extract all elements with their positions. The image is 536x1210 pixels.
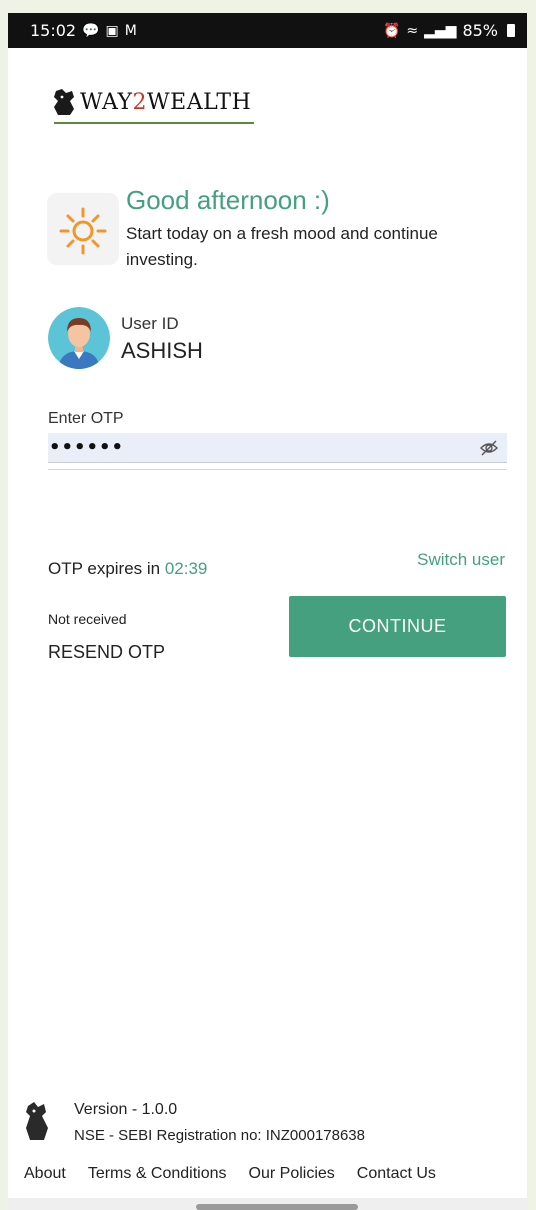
footer-links: About Terms & Conditions Our Policies Co… (24, 1165, 436, 1183)
brand-name-c: WEALTH (147, 89, 252, 115)
status-left: 15:02 💬 ▣ M (30, 21, 137, 40)
monkey-logo-icon (54, 89, 74, 115)
brand-logo: WAY2WEALTH (52, 87, 251, 117)
gmail-icon: M (124, 22, 137, 39)
battery-icon (507, 24, 515, 37)
greeting-subtitle: Start today on a fresh mood and continue… (126, 224, 438, 269)
otp-masked-value: •••••• (49, 437, 125, 458)
gesture-handle[interactable] (196, 1204, 358, 1210)
avatar (48, 307, 110, 369)
brand-name-b: 2 (132, 89, 148, 115)
chat-icon: 💬 (82, 22, 100, 39)
otp-label: Enter OTP (48, 410, 124, 427)
brand-name-a: WAY (80, 89, 133, 115)
alarm-icon: ⏰ (382, 22, 401, 39)
user-id-label: User ID (121, 314, 179, 333)
status-bar: 15:02 💬 ▣ M ⏰ ≈ ▂▄▆ 85% (8, 13, 527, 48)
brand-name: WAY2WEALTH (80, 90, 251, 115)
otp-expiry: OTP expires in 02:39 (48, 559, 207, 579)
status-right: ⏰ ≈ ▂▄▆ 85% (383, 21, 515, 40)
not-received-label: Not received (48, 611, 127, 627)
gallery-icon: ▣ (105, 22, 119, 39)
otp-divider (48, 469, 507, 470)
eye-off-icon[interactable] (479, 438, 499, 458)
status-time: 15:02 (30, 21, 77, 40)
footer-link-about[interactable]: About (24, 1165, 66, 1183)
wifi-icon: ≈ (406, 22, 419, 39)
sun-icon (59, 207, 107, 255)
sun-icon-box (47, 193, 119, 265)
continue-button[interactable]: CONTINUE (289, 596, 506, 657)
sebi-registration: NSE - SEBI Registration no: INZ000178638 (74, 1127, 365, 1144)
footer-logo-icon (26, 1102, 48, 1140)
battery-percent: 85% (462, 21, 498, 40)
footer-link-terms[interactable]: Terms & Conditions (88, 1165, 227, 1183)
user-id-value: ASHISH (121, 338, 203, 363)
greeting-title: Good afternoon :) (126, 185, 330, 215)
app-screen: 15:02 💬 ▣ M ⏰ ≈ ▂▄▆ 85% WAY2WEALTH Good … (8, 13, 527, 1210)
otp-input[interactable]: •••••• (48, 433, 507, 463)
app-version: Version - 1.0.0 (74, 1101, 178, 1118)
otp-expiry-label: OTP expires in (48, 559, 165, 578)
signal-icon: ▂▄▆ (424, 22, 457, 39)
otp-expiry-time: 02:39 (164, 559, 208, 578)
footer-link-contact[interactable]: Contact Us (357, 1165, 436, 1183)
footer-link-policies[interactable]: Our Policies (249, 1165, 335, 1183)
user-avatar-icon (48, 307, 110, 369)
logo-underline (54, 122, 254, 124)
switch-user-link[interactable]: Switch user (417, 550, 505, 570)
resend-otp-button[interactable]: RESEND OTP (48, 642, 165, 663)
